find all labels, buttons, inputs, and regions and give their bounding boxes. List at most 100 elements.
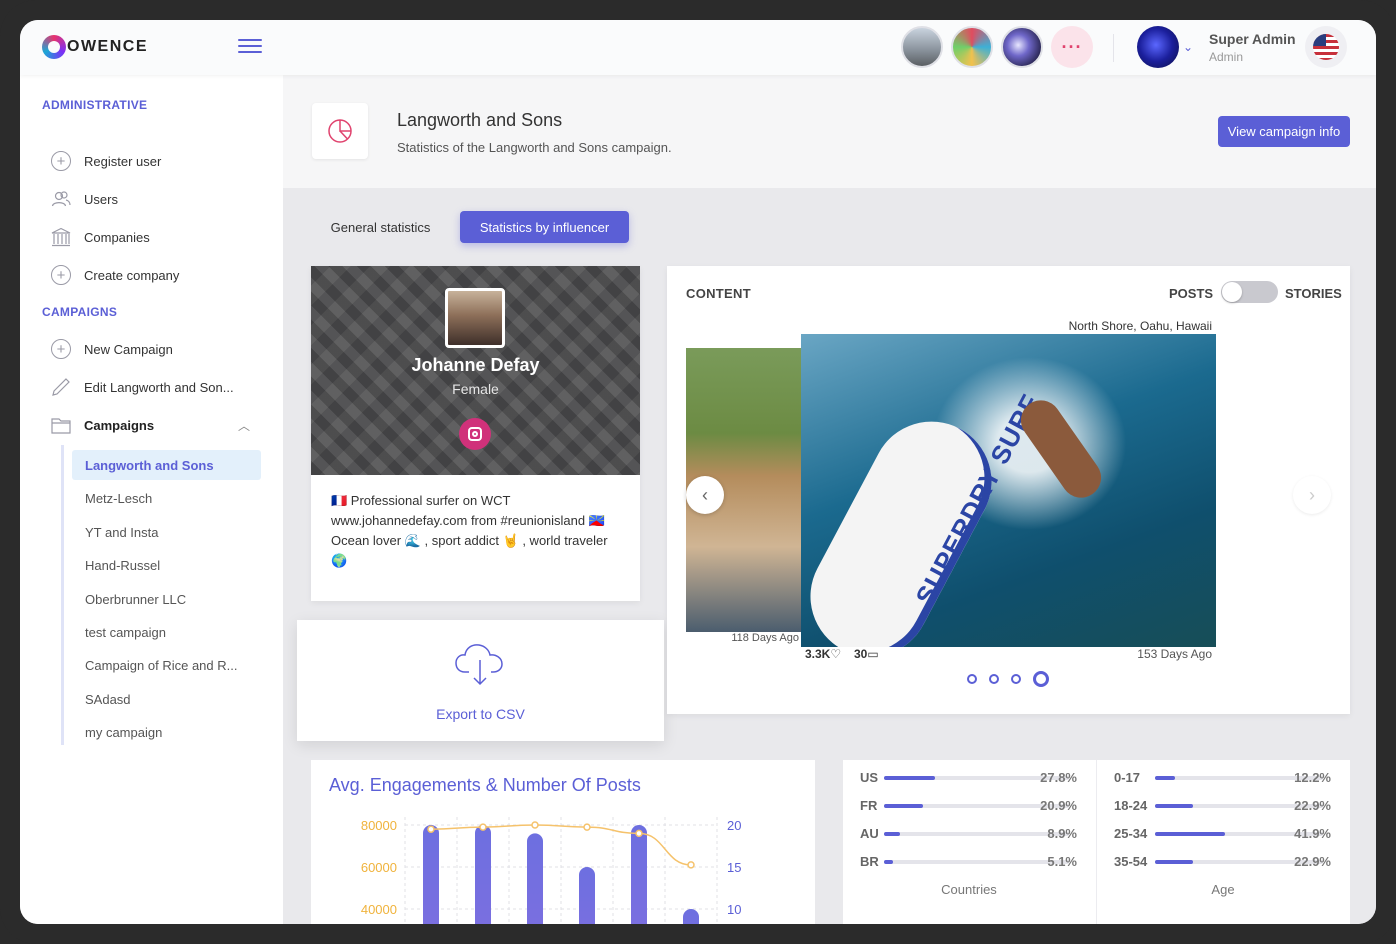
chevron-up-icon[interactable]: ︿ <box>238 417 250 434</box>
stat-value: 20.9% <box>1040 798 1077 813</box>
campaign-list-item[interactable]: YT and Insta <box>72 517 261 547</box>
sidebar-item-edit-campaign[interactable]: Edit Langworth and Son... <box>50 374 234 400</box>
post-location: North Shore, Oahu, Hawaii <box>1068 319 1212 333</box>
campaign-list-item[interactable]: test campaign <box>72 617 261 647</box>
toggle-stories-label[interactable]: STORIES <box>1285 286 1342 301</box>
sidebar-section-administrative: ADMINISTRATIVE <box>42 98 148 112</box>
sidebar-item-label: Edit Langworth and Son... <box>84 379 234 395</box>
campaign-list-item[interactable]: my campaign <box>72 717 261 747</box>
submenu-rail <box>61 445 64 745</box>
more-avatars-button[interactable]: ··· <box>1051 26 1093 68</box>
folder-icon <box>50 414 72 436</box>
chart-bar <box>683 909 699 924</box>
sidebar-item-label: Users <box>84 191 118 207</box>
toggle-knob <box>1222 282 1242 302</box>
stat-label: 0-17 <box>1114 770 1141 785</box>
stat-label: AU <box>860 826 879 841</box>
campaign-list-item[interactable]: Langworth and Sons <box>72 450 261 480</box>
sidebar-item-label: Register user <box>84 153 162 169</box>
sidebar-item-users[interactable]: Users <box>50 186 118 212</box>
stat-bar-track <box>884 860 1069 864</box>
influencer-avatar[interactable] <box>951 26 993 68</box>
chart-title: Avg. Engagements & Number Of Posts <box>329 775 641 795</box>
influencer-name: Johanne Defay <box>411 355 540 375</box>
stat-value: 5.1% <box>1047 854 1077 869</box>
stat-value: 22.9% <box>1294 854 1331 869</box>
plus-circle-icon: + <box>50 150 72 172</box>
campaign-list-item[interactable]: Hand-Russel <box>72 550 261 580</box>
export-csv-label: Export to CSV <box>436 706 525 722</box>
stat-bar-track <box>884 832 1069 836</box>
chart-bar <box>631 825 647 924</box>
carousel-prev-button[interactable]: ‹ <box>686 476 724 514</box>
building-icon <box>50 226 72 248</box>
brand-logo[interactable]: OWENCE <box>42 34 148 60</box>
view-campaign-info-button[interactable]: View campaign info <box>1218 116 1350 147</box>
page-header: Langworth and Sons Statistics of the Lan… <box>283 75 1376 188</box>
chevron-down-icon[interactable]: ⌄ <box>1183 40 1193 54</box>
posts-stories-toggle[interactable] <box>1221 281 1278 303</box>
stat-value: 27.8% <box>1040 770 1077 785</box>
top-bar: OWENCE ··· ⌄ Super Admin Admin <box>20 20 1376 75</box>
carousel-dot-active[interactable] <box>1033 671 1049 687</box>
instagram-icon[interactable] <box>459 418 491 450</box>
audience-stats-card: Countries US 27.8% FR 20.9% AU 8.9% BR 5.1% Age… <box>843 760 1350 924</box>
campaign-list-item[interactable]: SAdasd <box>72 684 261 714</box>
stat-bar-fill <box>1155 832 1226 836</box>
carousel-dot[interactable] <box>989 674 999 684</box>
export-csv-button[interactable]: Export to CSV <box>297 620 664 741</box>
chart-point <box>687 861 695 869</box>
influencer-avatar[interactable] <box>901 26 943 68</box>
chart-bar <box>579 867 595 924</box>
page-subtitle: Statistics of the Langworth and Sons cam… <box>397 140 672 155</box>
campaign-list-item[interactable]: Campaign of Rice and R... <box>72 650 261 680</box>
header-divider <box>1113 34 1114 62</box>
user-name[interactable]: Super Admin <box>1209 31 1296 47</box>
stat-row: 25-34 41.9% <box>1097 824 1349 844</box>
app-screen: OWENCE ··· ⌄ Super Admin Admin ADMINISTR… <box>20 20 1376 924</box>
left-axis-tick: 80000 <box>361 818 397 833</box>
sidebar-item-campaigns[interactable]: Campaigns <box>50 412 154 438</box>
tab-statistics-by-influencer[interactable]: Statistics by influencer <box>460 211 629 243</box>
stat-bar-fill <box>884 860 894 864</box>
stat-row: 18-24 22.9% <box>1097 796 1349 816</box>
chart-point <box>479 823 487 831</box>
campaign-list-item[interactable]: Oberbrunner LLC <box>72 584 261 614</box>
stat-bar-fill <box>884 832 901 836</box>
sidebar-item-new-campaign[interactable]: + New Campaign <box>50 336 173 362</box>
influencer-avatar[interactable] <box>1001 26 1043 68</box>
countries-caption: Countries <box>941 882 997 897</box>
pencil-icon <box>50 376 72 398</box>
age-stats: Age 0-17 12.2% 18-24 22.9% 25-34 41.9% 35-54 22… <box>1096 760 1348 924</box>
left-axis-tick: 40000 <box>361 902 397 917</box>
user-avatar[interactable] <box>1137 26 1179 68</box>
sidebar-item-create-company[interactable]: + Create company <box>50 262 179 288</box>
language-selector[interactable] <box>1305 26 1347 68</box>
engagement-chart-card: Avg. Engagements & Number Of Posts 80000… <box>311 760 815 924</box>
tab-general-statistics[interactable]: General statistics <box>313 211 448 243</box>
countries-stats: Countries US 27.8% FR 20.9% AU 8.9% BR 5.1% <box>843 760 1095 924</box>
sidebar-item-label: New Campaign <box>84 341 173 357</box>
influencer-gender: Female <box>452 381 499 397</box>
stat-row: AU 8.9% <box>843 824 1095 844</box>
surfer-shape <box>1013 392 1109 506</box>
chart-bar <box>475 825 491 924</box>
device-frame: OWENCE ··· ⌄ Super Admin Admin ADMINISTR… <box>0 0 1396 944</box>
stat-label: FR <box>860 798 878 813</box>
sidebar-item-register-user[interactable]: + Register user <box>50 148 161 174</box>
menu-toggle-icon[interactable] <box>238 39 262 55</box>
stat-label: 35-54 <box>1114 854 1148 869</box>
us-flag-icon <box>1313 34 1339 60</box>
stat-bar-fill <box>1155 804 1194 808</box>
sidebar-item-companies[interactable]: Companies <box>50 224 150 250</box>
carousel-dot[interactable] <box>967 674 977 684</box>
stat-value: 12.2% <box>1294 770 1331 785</box>
carousel-dot[interactable] <box>1011 674 1021 684</box>
stat-value: 41.9% <box>1294 826 1331 841</box>
toggle-posts-label[interactable]: POSTS <box>1169 286 1213 301</box>
campaign-list-item[interactable]: Metz-Lesch <box>72 483 261 513</box>
influencer-profile-card: Johanne Defay Female 🇫🇷 Professional sur… <box>311 266 640 601</box>
carousel-next-button[interactable]: › <box>1293 476 1331 514</box>
sidebar: ADMINISTRATIVE + Register user Users Com… <box>20 75 283 924</box>
current-post-image[interactable]: SUPERDRY SURF <box>801 334 1216 647</box>
